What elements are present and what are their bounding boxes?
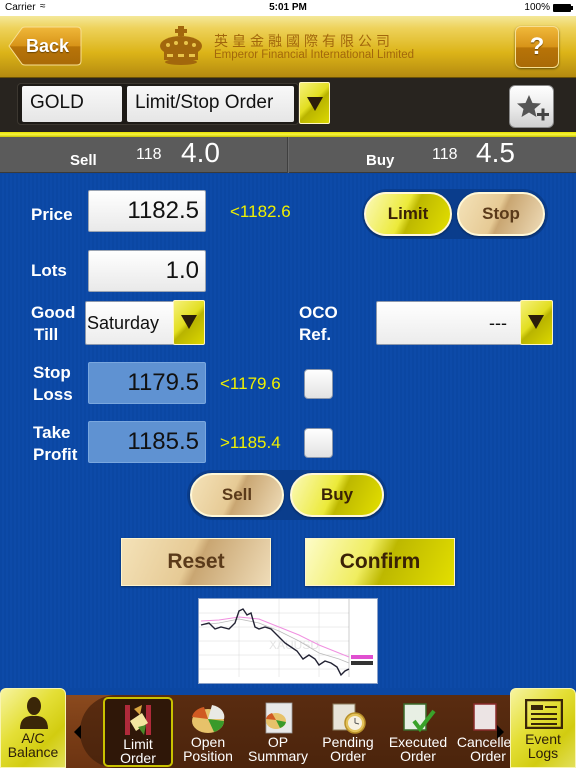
crown-icon — [160, 26, 202, 65]
event-logs-button[interactable]: Event Logs — [510, 688, 576, 768]
back-label: Back — [26, 36, 70, 56]
back-button[interactable]: Back — [8, 26, 82, 66]
stop-loss-input[interactable]: 1179.5 — [88, 362, 206, 404]
app-header: Back 英皇金融國際有限公司 Emperor Financial Intern… — [0, 16, 576, 78]
buy-quote-price: 4.5 — [476, 137, 515, 168]
buy-quote-label: Buy — [366, 152, 395, 169]
take-profit-label-line2: Profit — [33, 445, 78, 464]
sell-quote-prefix: 118 — [136, 146, 162, 163]
battery-icon — [553, 4, 573, 12]
clock: 5:01 PM — [269, 2, 307, 13]
company-name-english: Emperor Financial International Limited — [214, 49, 415, 61]
star-plus-icon — [517, 95, 549, 121]
good-till-select[interactable]: Saturday — [85, 301, 175, 345]
stop-loss-checkbox[interactable] — [304, 369, 333, 399]
order-form: Price 1182.5 <1182.6 Limit Stop Lots 1.0… — [0, 174, 576, 688]
add-favorite-button[interactable] — [509, 85, 554, 128]
order-type-dropdown-button[interactable] — [299, 82, 330, 124]
reset-button[interactable]: Reset — [121, 538, 271, 586]
limit-toggle[interactable]: Limit — [364, 192, 452, 236]
ac-balance-button[interactable]: A/C Balance — [0, 688, 66, 768]
quote-divider — [287, 137, 289, 173]
stop-loss-label-line1: Stop — [33, 363, 71, 382]
event-logs-label-line1: Event — [525, 731, 561, 747]
good-till-label-line2: Till — [34, 325, 59, 344]
price-input[interactable]: 1182.5 — [88, 190, 206, 232]
company-name-chinese: 英皇金融國際有限公司 — [214, 33, 394, 49]
lots-input[interactable]: 1.0 — [88, 250, 206, 292]
price-hint: <1182.6 — [230, 202, 291, 221]
good-till-label-line1: Good — [31, 303, 76, 322]
take-profit-input[interactable]: 1185.5 — [88, 421, 206, 463]
company-logo: 英皇金融國際有限公司 Emperor Financial Internation… — [158, 26, 418, 68]
event-log-icon — [525, 699, 563, 729]
order-type-field[interactable]: Limit/Stop Order — [127, 86, 294, 122]
lots-label: Lots — [31, 261, 67, 280]
sell-toggle[interactable]: Sell — [190, 473, 284, 517]
clock-document-icon — [332, 703, 366, 734]
sell-quote-label: Sell — [70, 152, 97, 169]
symbol-field[interactable]: GOLD — [22, 86, 122, 122]
take-profit-label-line1: Take — [33, 423, 71, 442]
oco-label-line1: OCO — [299, 303, 338, 322]
cancelled-order-label-line2: Order — [470, 748, 506, 764]
toolbar-items-scroller[interactable]: Limit Order Open Position OP Summary Pen… — [66, 688, 510, 768]
quote-bar: Sell 118 4.0 Buy 118 4.5 — [0, 137, 576, 173]
limit-order-icon — [125, 705, 151, 735]
checkmark-document-icon — [403, 703, 436, 733]
help-button[interactable]: ? — [515, 26, 559, 68]
buy-quote-prefix: 118 — [432, 146, 458, 163]
ac-balance-label-line1: A/C — [21, 730, 45, 746]
confirm-button[interactable]: Confirm — [305, 538, 455, 586]
oco-label-line2: Ref. — [299, 325, 332, 344]
bottom-toolbar: A/C Balance Limit Order Open Position OP… — [0, 688, 576, 768]
summary-report-icon — [265, 702, 293, 734]
stop-loss-hint: <1179.6 — [220, 374, 281, 393]
take-profit-checkbox[interactable] — [304, 428, 333, 458]
user-silhouette-icon — [20, 697, 48, 729]
oco-ref-dropdown-button[interactable] — [520, 300, 553, 345]
price-label: Price — [31, 205, 73, 224]
buy-toggle[interactable]: Buy — [290, 473, 384, 517]
good-till-dropdown-button[interactable] — [173, 300, 205, 345]
battery-percent: 100% — [524, 2, 550, 13]
stop-toggle[interactable]: Stop — [457, 192, 545, 236]
oco-ref-select[interactable]: --- — [376, 301, 522, 345]
chart-price-marker-pink — [351, 655, 373, 659]
take-profit-hint: >1185.4 — [220, 433, 281, 452]
chart-thumbnail-graphic: XAUUSD — [199, 599, 373, 677]
pie-chart-icon — [192, 705, 225, 733]
price-chart-thumbnail[interactable]: XAUUSD — [198, 598, 378, 684]
ac-balance-label-line2: Balance — [7, 744, 59, 760]
status-bar: Carrier ≈ 5:01 PM 100% — [0, 0, 576, 16]
sell-quote-price: 4.0 — [181, 137, 220, 168]
stop-loss-label-line2: Loss — [33, 385, 73, 404]
event-logs-label-line2: Logs — [527, 745, 559, 761]
scroll-right-arrow-icon[interactable] — [497, 725, 504, 739]
chart-price-marker-dark — [351, 661, 373, 665]
